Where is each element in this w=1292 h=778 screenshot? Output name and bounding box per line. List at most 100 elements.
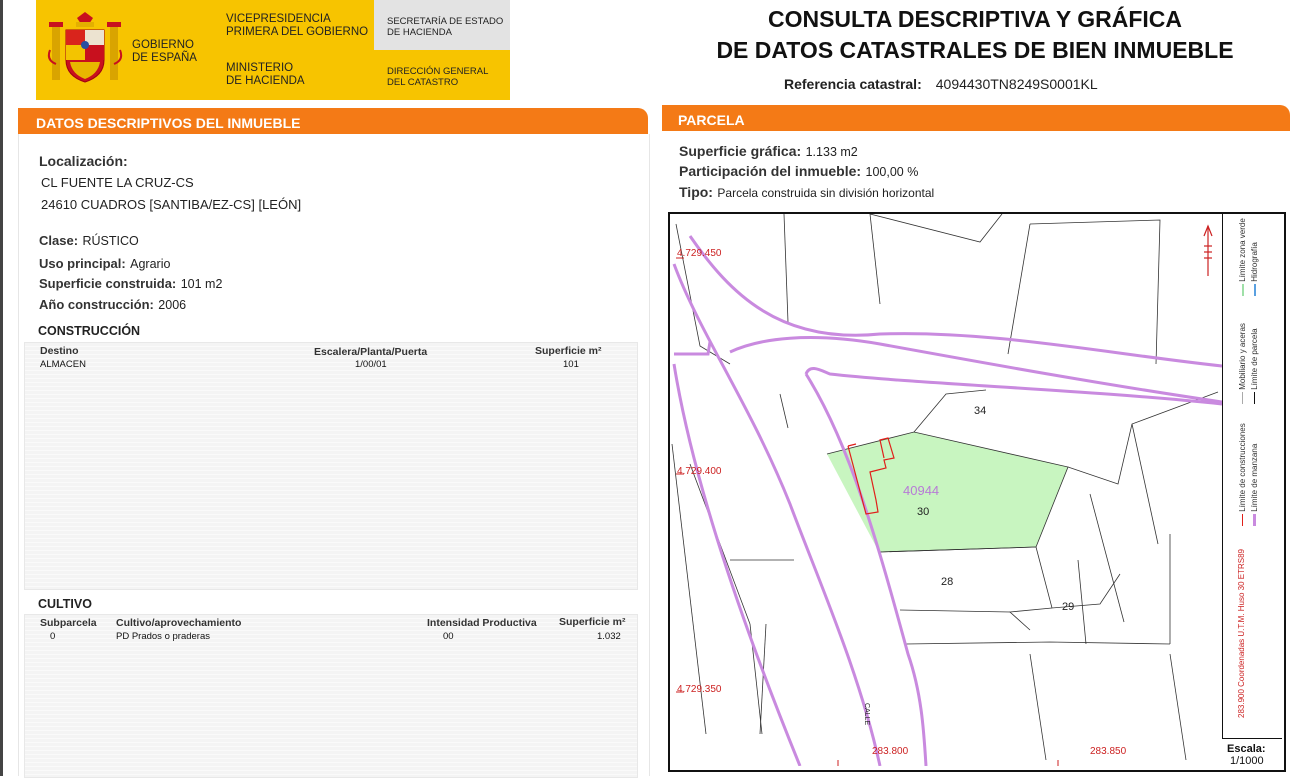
row-escalera: 1/00/01 [355, 359, 387, 370]
page-edge [0, 0, 3, 776]
col-cultivo-superficie: Superficie m² [559, 616, 626, 628]
dir-line1: DIRECCIÓN GENERAL [387, 66, 489, 77]
vice-line1: VICEPRESIDENCIA [226, 13, 331, 25]
scale-label: Escala: [1227, 743, 1266, 755]
section-title-parcela: PARCELA [678, 112, 745, 128]
tipo-value: Parcela construida sin división horizont… [717, 186, 935, 200]
ref-value: 4094430TN8249S0001KL [935, 76, 1098, 92]
tipo-row: Tipo: Parcela construida sin división ho… [679, 184, 934, 202]
legend-construcciones-swatch [1242, 514, 1244, 526]
construccion-title: CONSTRUCCIÓN [38, 324, 141, 338]
legend-mobiliario: Mobiliario y aceras [1238, 323, 1247, 404]
legend-manzana: Límite de manzana [1250, 444, 1259, 526]
sec-line2: DE HACIENDA [387, 27, 452, 38]
row-subparcela: 0 [50, 631, 56, 642]
scale-divider [1222, 738, 1282, 739]
parcel-code: 40944 [903, 483, 940, 498]
construccion-table [24, 342, 638, 590]
clase-label: Clase: [39, 233, 79, 248]
y-coord-4729350: 4.729.350 [677, 684, 722, 695]
north-arrow-icon [1203, 224, 1213, 276]
x-coord-283800: 283.800 [872, 746, 909, 757]
anio-value: 2006 [158, 298, 187, 312]
clase-value: RÚSTICO [82, 234, 139, 248]
col-intensidad: Intensidad Productiva [427, 617, 537, 629]
direccion-name: DIRECCIÓN GENERAL DEL CATASTRO [387, 66, 488, 88]
superficie-grafica-value: 1.133 m2 [805, 145, 858, 159]
parcel-fill [827, 432, 1068, 552]
anio-row: Año construcción: 2006 [39, 296, 186, 314]
legend-construcciones-text: Límite de construcciones [1238, 423, 1247, 512]
row-intensidad: 00 [443, 631, 454, 642]
vice-line2: PRIMERA DEL GOBIERNO [226, 26, 369, 38]
vicepresidencia-name: VICEPRESIDENCIA PRIMERA DEL GOBIERNO [226, 13, 368, 39]
street-label: CALLE [863, 703, 870, 726]
ref-label: Referencia catastral: [784, 76, 922, 92]
dir-line2: DEL CATASTRO [387, 77, 459, 88]
uso-row: Uso principal: Agrario [39, 255, 170, 273]
y-coord-4729450: 4.729.450 [677, 248, 722, 259]
title-line1: CONSULTA DESCRIPTIVA Y GRÁFICA [767, 6, 1183, 32]
localizacion-line2: 24610 CUADROS [SANTIBA/EZ-CS] [LEÓN] [41, 197, 302, 212]
legend-zona-verde-swatch [1241, 284, 1244, 296]
row-superficie: 101 [563, 359, 579, 370]
tipo-label: Tipo: [679, 184, 713, 200]
parcel-28-label: 28 [941, 576, 954, 588]
legend-zona-verde: Límite zona verde [1238, 218, 1247, 296]
superficie-row: Superficie construida: 101 m2 [39, 275, 222, 293]
min-line2: DE HACIENDA [226, 75, 305, 87]
gov-name: GOBIERNO DE ESPAÑA [132, 39, 197, 65]
gov-name-line2: DE ESPAÑA [132, 52, 197, 64]
anio-label: Año construcción: [39, 297, 154, 312]
secretaria-name: SECRETARÍA DE ESTADO DE HACIENDA [387, 16, 503, 38]
superficie-label: Superficie construida: [39, 276, 177, 291]
section-header-datos: DATOS DESCRIPTIVOS DEL INMUEBLE [18, 108, 648, 134]
uso-value: Agrario [130, 257, 171, 271]
legend-manzana-swatch [1253, 514, 1257, 526]
superficie-grafica-row: Superficie gráfica: 1.133 m2 [679, 143, 858, 161]
localizacion-label: Localización: [39, 153, 128, 169]
cultivo-title: CULTIVO [38, 597, 92, 611]
legend-zona-verde-text: Límite zona verde [1238, 218, 1247, 282]
ministerio-name: MINISTERIO DE HACIENDA [226, 62, 305, 88]
col-cultivo: Cultivo/aprovechamiento [116, 617, 242, 629]
x-coord-283850: 283.850 [1090, 746, 1127, 757]
col-subparcela: Subparcela [40, 617, 97, 629]
min-line1: MINISTERIO [226, 62, 294, 74]
legend-parcela-text: Límite de parcela [1250, 328, 1259, 390]
legend-construcciones: Límite de construcciones [1238, 423, 1247, 526]
legend-mobiliario-text: Mobiliario y aceras [1238, 323, 1247, 390]
uso-label: Uso principal: [39, 256, 126, 271]
sec-line1: SECRETARÍA DE ESTADO [387, 16, 504, 27]
parcel-29-label: 29 [1062, 601, 1075, 613]
legend-parcela-swatch [1254, 392, 1256, 404]
superficie-grafica-label: Superficie gráfica: [679, 143, 802, 159]
section-header-parcela: PARCELA [662, 105, 1290, 131]
legend-hidrografia-swatch [1253, 284, 1256, 296]
parcel-30-label: 30 [917, 506, 930, 518]
coordinate-system-note: 283.900 Coordenadas U.T.M. Huso 30 ETRS8… [1237, 549, 1246, 718]
row-destino: ALMACEN [40, 359, 86, 370]
col-superficie: Superficie m² [535, 345, 602, 357]
clase-row: Clase: RÚSTICO [39, 232, 139, 250]
legend-manzana-text: Límite de manzana [1250, 443, 1259, 512]
scale-value: 1/1000 [1230, 755, 1264, 767]
localizacion-line1: CL FUENTE LA CRUZ-CS [41, 175, 194, 190]
title-line2: DE DATOS CATASTRALES DE BIEN INMUEBLE [716, 37, 1234, 63]
legend-hidrografia-text: Hidrografía [1250, 242, 1259, 282]
document-title: CONSULTA DESCRIPTIVA Y GRÁFICA DE DATOS … [660, 4, 1290, 66]
legend-hidrografia: Hidrografía [1250, 242, 1259, 296]
gov-name-line1: GOBIERNO [132, 39, 194, 51]
map-drawing [671, 214, 1222, 766]
row-cultivo-superficie: 1.032 [597, 631, 621, 642]
participacion-row: Participación del inmueble: 100,00 % [679, 163, 918, 181]
y-coord-4729400: 4.729.400 [677, 466, 722, 477]
superficie-value: 101 m2 [180, 277, 223, 291]
col-escalera: Escalera/Planta/Puerta [314, 346, 428, 358]
section-title-datos: DATOS DESCRIPTIVOS DEL INMUEBLE [36, 115, 301, 131]
cadastral-reference: Referencia catastral: 4094430TN8249S0001K… [784, 76, 1098, 92]
legend-divider [1222, 214, 1223, 738]
col-destino: Destino [40, 345, 79, 357]
coat-of-arms-icon [47, 12, 123, 83]
row-cultivo: PD Prados o praderas [116, 631, 210, 642]
